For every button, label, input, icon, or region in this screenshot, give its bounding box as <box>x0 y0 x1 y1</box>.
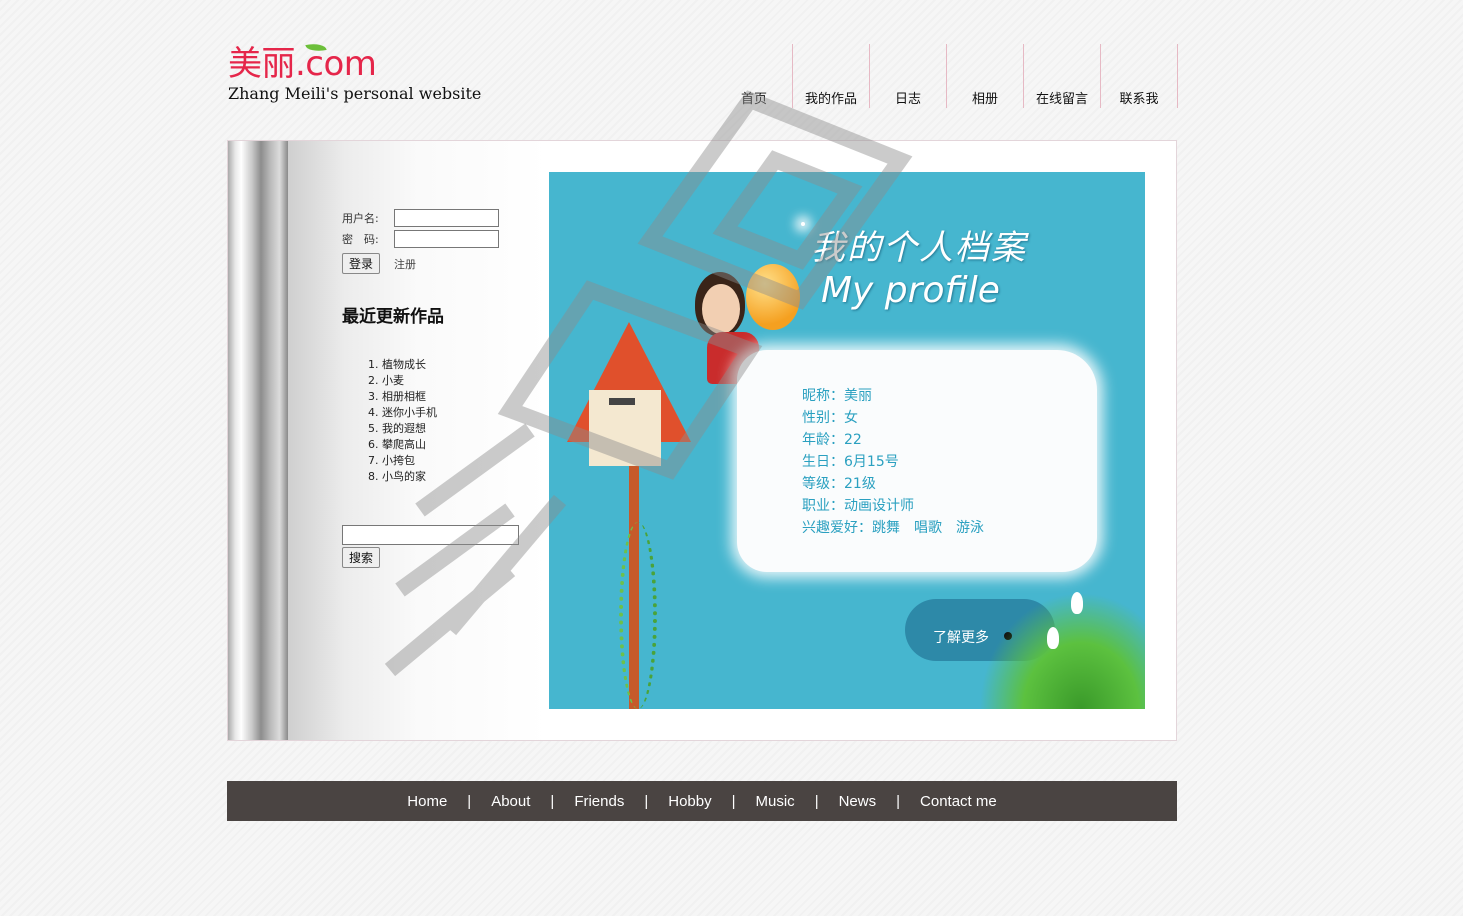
banner-title-cn: 我的个人档案 <box>811 228 1027 268</box>
footer-link-home[interactable]: Home <box>407 793 447 810</box>
logo-text: 美丽.com <box>228 44 377 84</box>
footer-separator: | <box>731 792 736 810</box>
list-item[interactable]: 攀爬高山 <box>382 437 542 453</box>
profile-age: 年龄：22 <box>802 432 862 448</box>
footer-separator: | <box>467 792 472 810</box>
list-item[interactable]: 小鸟的家 <box>382 469 542 485</box>
nav-item-works[interactable]: 我的作品 <box>793 44 870 108</box>
nav-label: 首页 <box>740 92 767 107</box>
balloon-icon <box>746 264 800 330</box>
nav-item-album[interactable]: 相册 <box>947 44 1024 108</box>
footer-nav: Home | About | Friends | Hobby | Music |… <box>227 781 1177 821</box>
login-button[interactable]: 登录 <box>342 253 381 274</box>
nav-item-home[interactable]: 首页 <box>716 44 793 108</box>
search-input[interactable] <box>342 525 519 545</box>
nav-label: 联系我 <box>1119 92 1159 107</box>
profile-hobbies: 兴趣爱好：跳舞 唱歌 游泳 <box>802 520 984 536</box>
sidebar: 用户名: 密 码: 登录 注册 最近更新作品 植物成长 小麦 相册相框 迷你小手… <box>342 207 542 568</box>
search-box: 搜索 <box>342 525 542 568</box>
mailbox-slot <box>609 398 635 405</box>
footer-separator: | <box>896 792 901 810</box>
footer-link-about[interactable]: About <box>491 793 530 810</box>
vine-decoration <box>619 522 657 709</box>
username-row: 用户名: <box>342 207 542 228</box>
recent-works-list: 植物成长 小麦 相册相框 迷你小手机 我的遐想 攀爬高山 小挎包 小鸟的家 <box>342 357 542 485</box>
calla-flower-icon <box>1071 592 1083 614</box>
username-label: 用户名: <box>342 211 379 225</box>
list-item[interactable]: 小麦 <box>382 373 542 389</box>
login-actions: 登录 注册 <box>342 253 542 274</box>
list-item[interactable]: 迷你小手机 <box>382 405 542 421</box>
password-label: 密 码: <box>342 232 379 246</box>
profile-level: 等级：21级 <box>802 476 876 492</box>
footer-separator: | <box>814 792 819 810</box>
footer-link-hobby[interactable]: Hobby <box>668 793 711 810</box>
nav-label: 相册 <box>971 92 998 107</box>
footer-separator: | <box>550 792 555 810</box>
search-button[interactable]: 搜索 <box>342 547 381 568</box>
profile-gender: 性别：女 <box>802 410 858 426</box>
footer-link-contact[interactable]: Contact me <box>920 793 997 810</box>
footer-link-music[interactable]: Music <box>756 793 795 810</box>
profile-banner[interactable]: 我的个人档案 My profile 昵称：美丽 性别：女 年龄：22 生日：6月… <box>549 172 1145 709</box>
password-input[interactable] <box>394 229 499 248</box>
recent-works-title: 最近更新作品 <box>342 307 444 327</box>
nav-label: 我的作品 <box>804 92 857 107</box>
girl-face <box>702 284 740 334</box>
profile-details: 昵称：美丽 性别：女 年龄：22 生日：6月15号 等级：21级 职业：动画设计… <box>802 385 984 539</box>
banner-title-en: My profile <box>821 270 1000 311</box>
footer-separator: | <box>644 792 649 810</box>
profile-nickname: 昵称：美丽 <box>802 388 872 404</box>
list-item[interactable]: 我的遐想 <box>382 421 542 437</box>
book-spine <box>228 141 288 740</box>
footer-link-news[interactable]: News <box>839 793 877 810</box>
grass-decoration <box>979 592 1145 709</box>
sparkle-icon <box>801 222 805 226</box>
list-item[interactable]: 植物成长 <box>382 357 542 373</box>
site-logo[interactable]: 美丽.com Zhang Meili's personal website <box>228 40 481 103</box>
nav-item-contact[interactable]: 联系我 <box>1101 44 1178 108</box>
list-item[interactable]: 小挎包 <box>382 453 542 469</box>
main-book-panel: 用户名: 密 码: 登录 注册 最近更新作品 植物成长 小麦 相册相框 迷你小手… <box>227 140 1177 741</box>
nav-label: 在线留言 <box>1035 92 1088 107</box>
profile-birthday: 生日：6月15号 <box>802 454 899 470</box>
list-item[interactable]: 相册相框 <box>382 389 542 405</box>
register-link[interactable]: 注册 <box>394 256 416 272</box>
main-nav: 首页 我的作品 日志 相册 在线留言 联系我 <box>716 44 1178 108</box>
username-input[interactable] <box>394 208 499 227</box>
password-row: 密 码: <box>342 228 542 249</box>
footer-link-friends[interactable]: Friends <box>574 793 624 810</box>
profile-occupation: 职业：动画设计师 <box>802 498 914 514</box>
calla-flower-icon <box>1047 627 1059 649</box>
nav-label: 日志 <box>894 92 921 107</box>
nav-item-guestbook[interactable]: 在线留言 <box>1024 44 1101 108</box>
nav-item-blog[interactable]: 日志 <box>870 44 947 108</box>
